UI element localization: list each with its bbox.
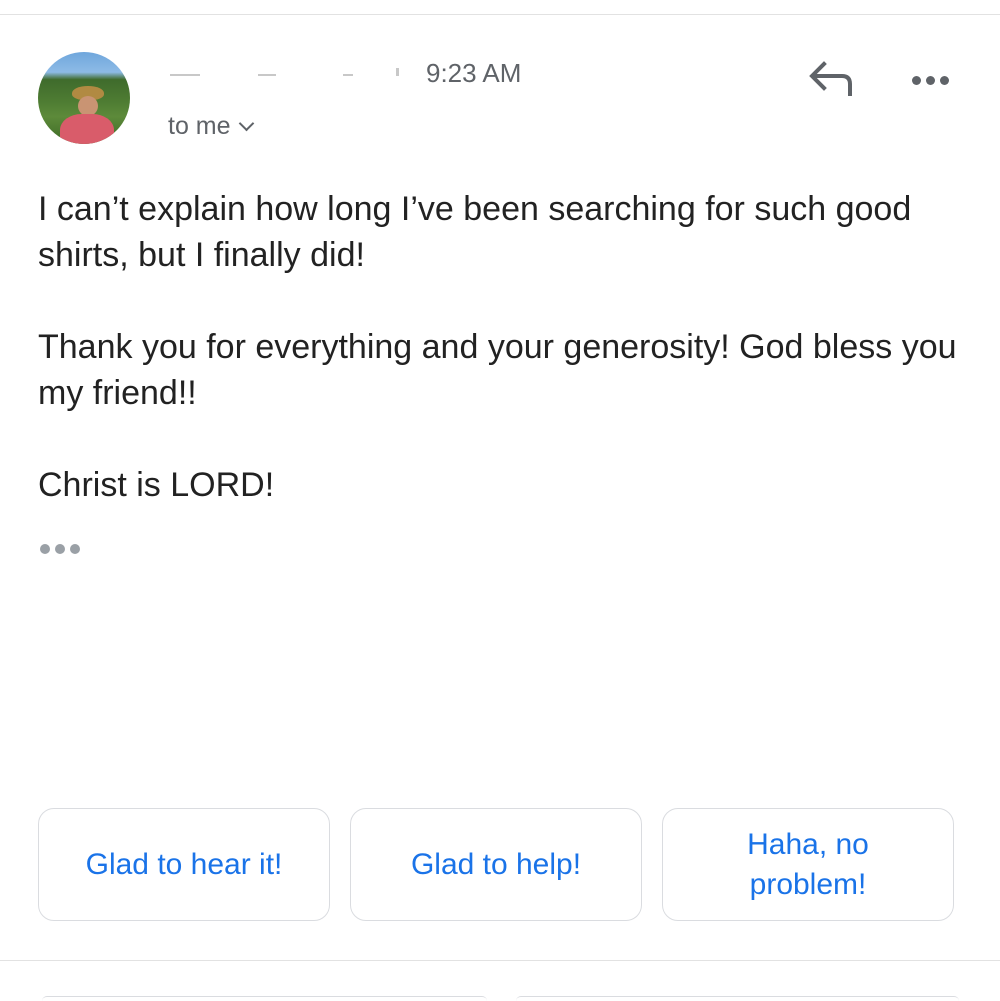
forward-action-button[interactable] [516, 996, 959, 1001]
chevron-down-icon [238, 115, 254, 132]
body-paragraph: I can’t explain how long I’ve been searc… [38, 190, 912, 274]
top-divider [0, 14, 1000, 15]
email-body: I can’t explain how long I’ve been searc… [38, 186, 968, 554]
sender-avatar[interactable] [38, 52, 130, 144]
reply-icon [809, 61, 852, 96]
bottom-divider [0, 960, 1000, 961]
reply-button[interactable] [806, 58, 858, 102]
more-dot [940, 75, 949, 85]
smart-replies: Glad to hear it! Glad to help! Haha, no … [38, 808, 954, 921]
smart-reply-chip[interactable]: Haha, no problem! [662, 808, 954, 921]
body-paragraph: Christ is LORD! [38, 466, 275, 504]
trimmed-dot [55, 544, 65, 554]
more-dot [926, 75, 935, 85]
more-dot [912, 75, 921, 85]
trimmed-dot [70, 544, 80, 554]
body-paragraph: Thank you for everything and your genero… [38, 328, 957, 412]
avatar-face-shape [78, 96, 98, 116]
sender-name-redacted[interactable] [168, 62, 408, 84]
more-options-button[interactable] [912, 68, 956, 92]
recipient-label: to me [168, 112, 231, 140]
email-time: 9:23 AM [426, 58, 522, 88]
smart-reply-chip[interactable]: Glad to hear it! [38, 808, 330, 921]
smart-reply-chip[interactable]: Glad to help! [350, 808, 642, 921]
reply-action-button[interactable] [42, 996, 487, 1001]
show-trimmed-content-button[interactable] [40, 544, 80, 554]
recipient-details-toggle[interactable]: to me [168, 112, 254, 141]
trimmed-dot [40, 544, 50, 554]
avatar-shirt-shape [60, 114, 114, 144]
